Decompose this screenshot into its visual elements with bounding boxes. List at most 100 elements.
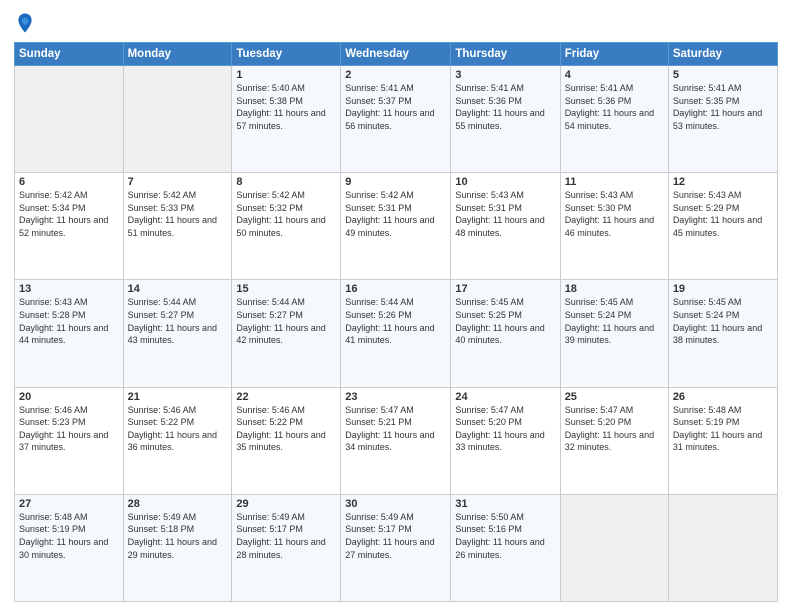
calendar-cell: 2Sunrise: 5:41 AMSunset: 5:37 PMDaylight… <box>341 66 451 173</box>
day-info: Sunrise: 5:43 AMSunset: 5:29 PMDaylight:… <box>673 189 773 239</box>
calendar-cell: 30Sunrise: 5:49 AMSunset: 5:17 PMDayligh… <box>341 494 451 601</box>
calendar-cell: 14Sunrise: 5:44 AMSunset: 5:27 PMDayligh… <box>123 280 232 387</box>
day-number: 5 <box>673 69 773 81</box>
day-number: 10 <box>455 176 555 188</box>
day-number: 1 <box>236 69 336 81</box>
calendar-cell: 9Sunrise: 5:42 AMSunset: 5:31 PMDaylight… <box>341 173 451 280</box>
calendar-cell: 4Sunrise: 5:41 AMSunset: 5:36 PMDaylight… <box>560 66 668 173</box>
day-info: Sunrise: 5:42 AMSunset: 5:31 PMDaylight:… <box>345 189 446 239</box>
day-info: Sunrise: 5:44 AMSunset: 5:27 PMDaylight:… <box>236 296 336 346</box>
day-info: Sunrise: 5:41 AMSunset: 5:36 PMDaylight:… <box>455 82 555 132</box>
calendar-cell: 3Sunrise: 5:41 AMSunset: 5:36 PMDaylight… <box>451 66 560 173</box>
day-number: 13 <box>19 283 119 295</box>
day-info: Sunrise: 5:42 AMSunset: 5:32 PMDaylight:… <box>236 189 336 239</box>
day-number: 11 <box>565 176 664 188</box>
day-info: Sunrise: 5:49 AMSunset: 5:17 PMDaylight:… <box>236 511 336 561</box>
day-info: Sunrise: 5:45 AMSunset: 5:25 PMDaylight:… <box>455 296 555 346</box>
logo-icon <box>14 12 36 34</box>
calendar-cell: 29Sunrise: 5:49 AMSunset: 5:17 PMDayligh… <box>232 494 341 601</box>
day-number: 18 <box>565 283 664 295</box>
day-info: Sunrise: 5:40 AMSunset: 5:38 PMDaylight:… <box>236 82 336 132</box>
calendar-cell: 23Sunrise: 5:47 AMSunset: 5:21 PMDayligh… <box>341 387 451 494</box>
day-info: Sunrise: 5:42 AMSunset: 5:33 PMDaylight:… <box>128 189 228 239</box>
calendar-header-sunday: Sunday <box>15 43 124 66</box>
calendar-cell: 8Sunrise: 5:42 AMSunset: 5:32 PMDaylight… <box>232 173 341 280</box>
day-info: Sunrise: 5:44 AMSunset: 5:26 PMDaylight:… <box>345 296 446 346</box>
day-number: 14 <box>128 283 228 295</box>
day-number: 12 <box>673 176 773 188</box>
calendar-cell: 27Sunrise: 5:48 AMSunset: 5:19 PMDayligh… <box>15 494 124 601</box>
day-number: 6 <box>19 176 119 188</box>
calendar-cell: 26Sunrise: 5:48 AMSunset: 5:19 PMDayligh… <box>668 387 777 494</box>
day-info: Sunrise: 5:45 AMSunset: 5:24 PMDaylight:… <box>673 296 773 346</box>
calendar-cell: 15Sunrise: 5:44 AMSunset: 5:27 PMDayligh… <box>232 280 341 387</box>
calendar-cell: 11Sunrise: 5:43 AMSunset: 5:30 PMDayligh… <box>560 173 668 280</box>
calendar-cell: 31Sunrise: 5:50 AMSunset: 5:16 PMDayligh… <box>451 494 560 601</box>
header <box>14 12 778 34</box>
day-number: 16 <box>345 283 446 295</box>
calendar-cell: 16Sunrise: 5:44 AMSunset: 5:26 PMDayligh… <box>341 280 451 387</box>
calendar: SundayMondayTuesdayWednesdayThursdayFrid… <box>14 42 778 602</box>
calendar-header-friday: Friday <box>560 43 668 66</box>
logo <box>14 12 40 34</box>
calendar-header-thursday: Thursday <box>451 43 560 66</box>
calendar-cell: 19Sunrise: 5:45 AMSunset: 5:24 PMDayligh… <box>668 280 777 387</box>
day-info: Sunrise: 5:41 AMSunset: 5:36 PMDaylight:… <box>565 82 664 132</box>
day-number: 4 <box>565 69 664 81</box>
calendar-cell: 7Sunrise: 5:42 AMSunset: 5:33 PMDaylight… <box>123 173 232 280</box>
day-info: Sunrise: 5:43 AMSunset: 5:28 PMDaylight:… <box>19 296 119 346</box>
calendar-cell: 20Sunrise: 5:46 AMSunset: 5:23 PMDayligh… <box>15 387 124 494</box>
day-info: Sunrise: 5:42 AMSunset: 5:34 PMDaylight:… <box>19 189 119 239</box>
day-number: 21 <box>128 391 228 403</box>
day-number: 2 <box>345 69 446 81</box>
day-number: 23 <box>345 391 446 403</box>
calendar-cell: 21Sunrise: 5:46 AMSunset: 5:22 PMDayligh… <box>123 387 232 494</box>
day-number: 8 <box>236 176 336 188</box>
day-info: Sunrise: 5:43 AMSunset: 5:31 PMDaylight:… <box>455 189 555 239</box>
day-info: Sunrise: 5:46 AMSunset: 5:23 PMDaylight:… <box>19 404 119 454</box>
page: SundayMondayTuesdayWednesdayThursdayFrid… <box>0 0 792 612</box>
day-number: 17 <box>455 283 555 295</box>
calendar-header-saturday: Saturday <box>668 43 777 66</box>
calendar-week-5: 27Sunrise: 5:48 AMSunset: 5:19 PMDayligh… <box>15 494 778 601</box>
calendar-cell: 10Sunrise: 5:43 AMSunset: 5:31 PMDayligh… <box>451 173 560 280</box>
day-number: 28 <box>128 498 228 510</box>
day-info: Sunrise: 5:43 AMSunset: 5:30 PMDaylight:… <box>565 189 664 239</box>
day-number: 22 <box>236 391 336 403</box>
day-number: 26 <box>673 391 773 403</box>
day-info: Sunrise: 5:49 AMSunset: 5:18 PMDaylight:… <box>128 511 228 561</box>
day-info: Sunrise: 5:47 AMSunset: 5:20 PMDaylight:… <box>565 404 664 454</box>
day-info: Sunrise: 5:48 AMSunset: 5:19 PMDaylight:… <box>19 511 119 561</box>
day-number: 19 <box>673 283 773 295</box>
day-number: 7 <box>128 176 228 188</box>
day-number: 30 <box>345 498 446 510</box>
calendar-header-wednesday: Wednesday <box>341 43 451 66</box>
day-number: 25 <box>565 391 664 403</box>
calendar-cell: 22Sunrise: 5:46 AMSunset: 5:22 PMDayligh… <box>232 387 341 494</box>
calendar-header-tuesday: Tuesday <box>232 43 341 66</box>
calendar-week-2: 6Sunrise: 5:42 AMSunset: 5:34 PMDaylight… <box>15 173 778 280</box>
calendar-header-monday: Monday <box>123 43 232 66</box>
day-number: 31 <box>455 498 555 510</box>
day-number: 9 <box>345 176 446 188</box>
day-info: Sunrise: 5:46 AMSunset: 5:22 PMDaylight:… <box>236 404 336 454</box>
day-info: Sunrise: 5:45 AMSunset: 5:24 PMDaylight:… <box>565 296 664 346</box>
calendar-week-1: 1Sunrise: 5:40 AMSunset: 5:38 PMDaylight… <box>15 66 778 173</box>
calendar-cell: 13Sunrise: 5:43 AMSunset: 5:28 PMDayligh… <box>15 280 124 387</box>
day-number: 20 <box>19 391 119 403</box>
calendar-cell: 5Sunrise: 5:41 AMSunset: 5:35 PMDaylight… <box>668 66 777 173</box>
calendar-cell: 18Sunrise: 5:45 AMSunset: 5:24 PMDayligh… <box>560 280 668 387</box>
day-number: 3 <box>455 69 555 81</box>
calendar-week-3: 13Sunrise: 5:43 AMSunset: 5:28 PMDayligh… <box>15 280 778 387</box>
day-number: 24 <box>455 391 555 403</box>
day-info: Sunrise: 5:49 AMSunset: 5:17 PMDaylight:… <box>345 511 446 561</box>
calendar-cell <box>560 494 668 601</box>
calendar-cell: 24Sunrise: 5:47 AMSunset: 5:20 PMDayligh… <box>451 387 560 494</box>
day-info: Sunrise: 5:44 AMSunset: 5:27 PMDaylight:… <box>128 296 228 346</box>
calendar-cell <box>15 66 124 173</box>
calendar-cell: 25Sunrise: 5:47 AMSunset: 5:20 PMDayligh… <box>560 387 668 494</box>
calendar-week-4: 20Sunrise: 5:46 AMSunset: 5:23 PMDayligh… <box>15 387 778 494</box>
calendar-cell: 6Sunrise: 5:42 AMSunset: 5:34 PMDaylight… <box>15 173 124 280</box>
day-info: Sunrise: 5:46 AMSunset: 5:22 PMDaylight:… <box>128 404 228 454</box>
calendar-cell: 1Sunrise: 5:40 AMSunset: 5:38 PMDaylight… <box>232 66 341 173</box>
